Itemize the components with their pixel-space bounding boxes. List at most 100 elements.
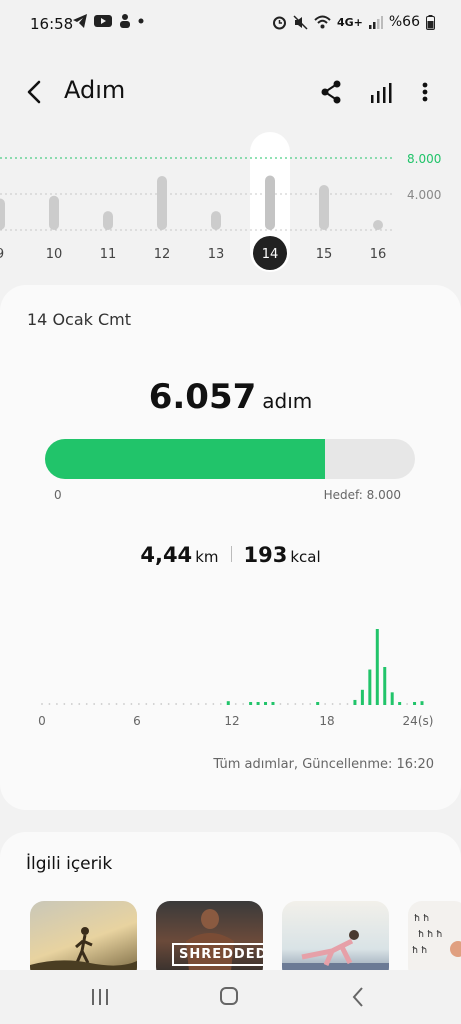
hourly-bar [100, 703, 103, 705]
recent-apps-icon[interactable] [90, 988, 110, 1006]
page-title: Adım [64, 76, 126, 104]
step-count: 6.057 adım [0, 377, 461, 417]
hourly-bar [152, 703, 155, 705]
notes-image: ħ ħ ħ ħ ħ ħ ħ [412, 914, 461, 957]
related-thumb-shredded[interactable]: SHREDDED [156, 901, 263, 981]
hourly-bar [413, 702, 417, 705]
distance-metric: 4,44 km [140, 543, 218, 567]
battery-percent: %66 [388, 14, 420, 30]
hourly-axis-label: 24(s) [403, 714, 434, 728]
hourly-bar [286, 703, 289, 705]
week-bar-12[interactable] [157, 176, 167, 230]
wifi-icon [314, 15, 331, 29]
hourly-bar [56, 703, 58, 705]
week-bar-10[interactable] [49, 195, 59, 230]
week-day-label-14[interactable]: 14 [262, 247, 279, 262]
hourly-bar [301, 703, 304, 705]
hourly-axis-label: 12 [224, 714, 239, 728]
hourly-bar [130, 703, 133, 705]
hourly-bar [309, 703, 312, 705]
share-icon[interactable] [316, 77, 346, 107]
hourly-bar [78, 703, 81, 705]
home-icon[interactable] [219, 986, 239, 1006]
notification-icons [72, 13, 144, 29]
hourly-bar [279, 703, 282, 705]
week-day-label-13[interactable]: 13 [208, 247, 225, 262]
hourly-bar [226, 701, 230, 705]
week-day-label-9[interactable]: 9 [0, 247, 4, 262]
goal-progress-fill [45, 439, 326, 479]
weekly-steps-chart[interactable]: 8.000 4.000 9 10 11 12 13 14 15 16 [0, 130, 461, 280]
yoga-image [282, 930, 389, 981]
week-day-label-16[interactable]: 16 [370, 247, 387, 262]
hourly-bar [41, 703, 43, 705]
hourly-bar [137, 703, 140, 705]
hourly-bar [48, 703, 51, 705]
hourly-bar [398, 702, 402, 705]
week-bar-16[interactable] [373, 220, 383, 230]
hourly-bar [264, 702, 268, 705]
hourly-bar [420, 701, 424, 705]
goal-axis-label: 8.000 [407, 152, 441, 166]
hourly-bar [249, 702, 253, 705]
back-arrow-icon[interactable] [20, 76, 50, 108]
signal-icon [368, 16, 383, 29]
battery-icon [426, 14, 435, 30]
daily-summary-card: 14 Ocak Cmt 6.057 adım 0 Hedef: 8.000 4,4… [0, 285, 461, 810]
hourly-bar [212, 703, 215, 705]
week-day-label-11[interactable]: 11 [100, 247, 117, 262]
week-day-label-15[interactable]: 15 [316, 247, 333, 262]
hourly-bar [93, 703, 96, 705]
telegram-icon [73, 14, 87, 28]
selected-date: 14 Ocak Cmt [27, 310, 132, 329]
progress-start-label: 0 [54, 488, 62, 502]
hourly-bar [331, 703, 334, 705]
calories-metric: 193 kcal [244, 543, 321, 567]
hourly-bar [383, 667, 387, 705]
week-bar-15[interactable] [319, 185, 329, 230]
week-bar-11[interactable] [103, 211, 113, 230]
app-icon [120, 14, 130, 28]
nav-back-icon[interactable] [350, 986, 366, 1008]
hourly-bar [205, 703, 207, 705]
status-bar: 16:58 4G+ %66 [0, 0, 461, 48]
step-count-unit: adım [262, 389, 313, 413]
related-content-list[interactable]: SHREDDED ħ ħ ħ ħ ħ ħ ħ [30, 901, 461, 981]
hourly-bar [167, 703, 170, 705]
related-thumb-running[interactable] [30, 901, 137, 981]
hourly-bar [108, 703, 110, 705]
metric-divider [230, 546, 232, 562]
more-options-icon[interactable] [412, 77, 438, 107]
hourly-bar [70, 703, 73, 705]
hourly-bar [160, 703, 163, 705]
hourly-axis-label: 0 [38, 714, 46, 728]
hourly-axis-label: 6 [133, 714, 141, 728]
svg-text:ħ ħ: ħ ħ [414, 914, 429, 924]
calories-unit: kcal [290, 548, 321, 566]
last-updated-text: Tüm adımlar, Güncellenme: 16:20 [213, 757, 434, 772]
statistics-icon[interactable] [366, 77, 396, 107]
week-bar-9[interactable] [0, 198, 5, 231]
hourly-bar [234, 703, 237, 705]
hourly-bar [339, 703, 341, 705]
hourly-bar [360, 689, 364, 705]
hourly-bar [256, 702, 260, 705]
related-content-heading: İlgili içerik [26, 854, 113, 874]
app-bar: Adım [0, 64, 461, 120]
week-bar-14[interactable] [265, 175, 275, 230]
distance-unit: km [195, 548, 219, 566]
system-navigation-bar [0, 970, 461, 1024]
hourly-axis-label: 18 [319, 714, 334, 728]
youtube-icon [94, 15, 112, 27]
week-bar-13[interactable] [211, 211, 221, 230]
week-day-label-10[interactable]: 10 [46, 247, 63, 262]
svg-text:ħ ħ ħ: ħ ħ ħ [418, 930, 442, 940]
hourly-bar [175, 703, 178, 705]
related-thumb-notes[interactable]: ħ ħ ħ ħ ħ ħ ħ [408, 901, 461, 981]
week-day-label-12[interactable]: 12 [154, 247, 171, 262]
hourly-bar [219, 703, 222, 705]
hourly-bar [85, 703, 88, 705]
hourly-bar [316, 702, 320, 705]
related-thumb-yoga[interactable] [282, 901, 389, 981]
mid-axis-label: 4.000 [407, 188, 441, 202]
